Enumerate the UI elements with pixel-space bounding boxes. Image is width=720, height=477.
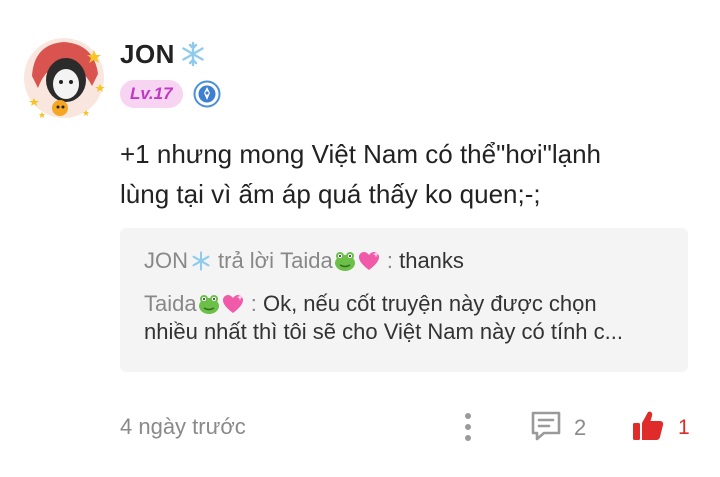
reply-target: Taida: [280, 248, 333, 273]
like-button[interactable]: 1: [630, 408, 690, 448]
more-icon[interactable]: [458, 410, 478, 444]
reply-item[interactable]: Taida: Ok, nếu cốt truyện này được chọn…: [144, 290, 666, 346]
comment-footer: 4 ngày trước 2 1: [120, 408, 690, 448]
comment-icon: [528, 408, 564, 449]
snowflake-icon: [190, 250, 212, 272]
frog-emoji: [197, 292, 221, 316]
heart-emoji: [221, 292, 245, 316]
reply-separator: :: [386, 248, 393, 273]
like-thumb-icon: [630, 408, 666, 449]
heart-emoji: [357, 249, 381, 273]
frog-emoji: [333, 249, 357, 273]
reply-text-line-2: nhiều nhất thì tôi sẽ cho Việt Nam này c…: [144, 319, 623, 344]
snowflake-icon: [179, 40, 207, 68]
reply-text: thanks: [399, 248, 464, 273]
like-count: 1: [678, 416, 690, 439]
username-row: JON: [120, 38, 207, 70]
reply-text-line-1: Ok, nếu cốt truyện này được chọn: [262, 291, 597, 316]
level-label: Lv.17: [130, 84, 173, 103]
comment-text: +1 nhưng mong Việt Nam có thể"hơi"lạnh l…: [120, 134, 690, 214]
title-badge-icon[interactable]: [193, 80, 221, 108]
replies-preview[interactable]: JON trả lời Taida: thanks Taida: Ok, n…: [120, 228, 688, 372]
reply-to-label: trả lời: [218, 248, 274, 273]
comment-card: JON Lv.17 +1 nhưng mong Việt Nam có thể"…: [0, 0, 720, 477]
user-badges: Lv.17: [120, 80, 221, 108]
comment-text-line-1: +1 nhưng mong Việt Nam có thể"hơi"lạnh: [120, 139, 601, 169]
reply-count: 2: [574, 415, 587, 440]
reply-button[interactable]: 2: [528, 408, 586, 448]
reply-author: Taida: [144, 291, 197, 316]
reply-item[interactable]: JON trả lời Taida: thanks: [144, 246, 666, 276]
level-badge[interactable]: Lv.17: [120, 80, 183, 108]
reply-separator: :: [250, 291, 257, 316]
timestamp: 4 ngày trước: [120, 414, 246, 439]
reply-author: JON: [144, 248, 188, 273]
comment-text-line-2: lùng tại vì ấm áp quá thấy ko quen;-;: [120, 179, 541, 209]
username[interactable]: JON: [120, 39, 175, 70]
avatar[interactable]: [22, 36, 106, 120]
